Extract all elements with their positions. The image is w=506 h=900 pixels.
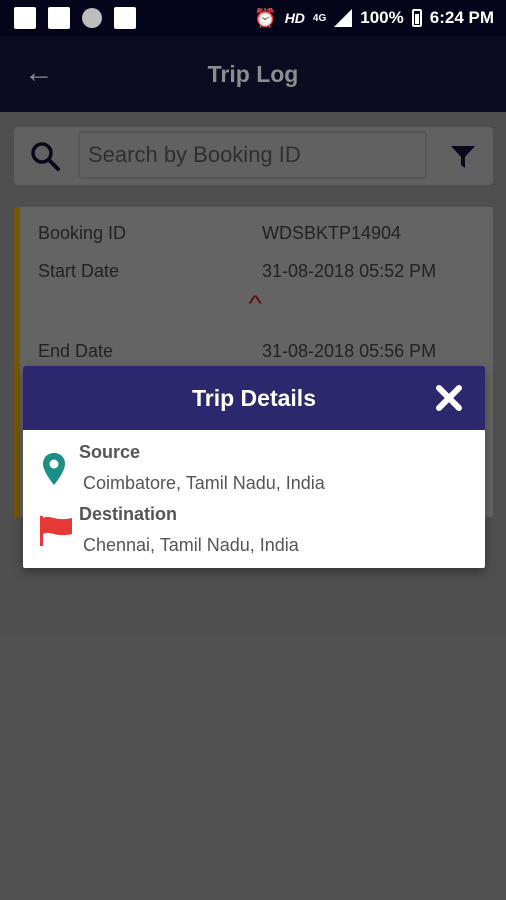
network-type: HD [284, 10, 305, 26]
image-notification-icon [48, 7, 70, 29]
page-title: Trip Log [207, 60, 299, 87]
clock: 6:24 PM [429, 8, 494, 27]
battery-icon [411, 9, 422, 27]
alarm-icon: ⏰ [254, 7, 277, 28]
flag-icon [40, 516, 72, 546]
signal-icon [334, 9, 353, 27]
network-generation: 4G [312, 12, 327, 24]
dialog-title: Trip Details [192, 384, 316, 411]
status-bar: ⏰ HD 4G 100% 6:24 PM [0, 0, 506, 36]
close-icon[interactable] [435, 384, 463, 412]
app-bar: ← Trip Log [0, 36, 506, 112]
destination-label: Destination [79, 504, 178, 524]
location-pin-icon [43, 453, 65, 485]
circle-notification-icon [82, 8, 102, 28]
battery-percent: 100% [360, 8, 404, 27]
source-value: Coimbatore, Tamil Nadu, India [83, 473, 325, 493]
dialog-header: Trip Details [23, 366, 485, 430]
trip-details-dialog: Trip Details Source Coimbatore, Tamil Na… [23, 366, 485, 568]
back-arrow-icon[interactable]: ← [24, 58, 54, 88]
activity-notification-icon [114, 7, 136, 29]
source-label: Source [79, 442, 141, 462]
notification-square-icon [14, 7, 36, 29]
destination-value: Chennai, Tamil Nadu, India [83, 535, 299, 555]
